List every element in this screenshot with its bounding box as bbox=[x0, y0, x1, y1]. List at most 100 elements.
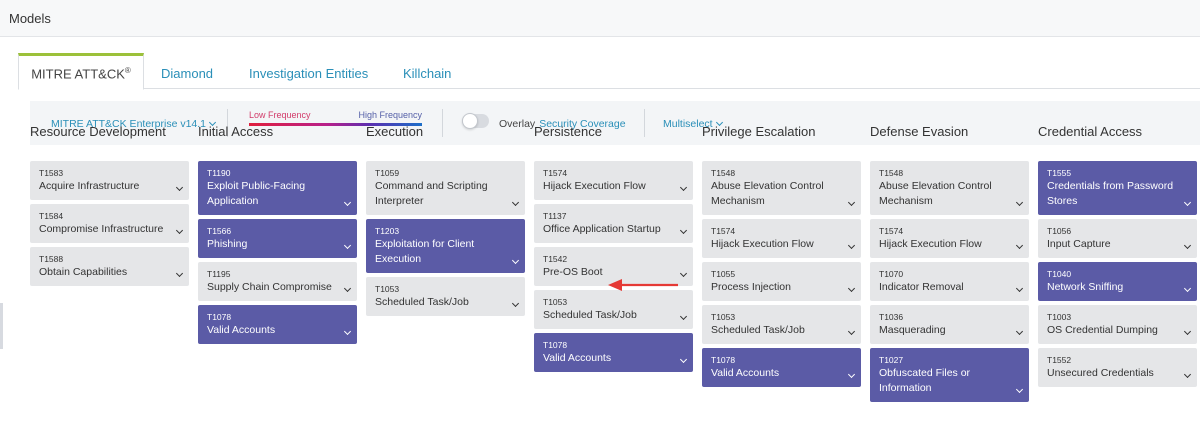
technique-card[interactable]: T1059 Command and Scripting Interpreter bbox=[366, 161, 525, 215]
technique-id: T1003 bbox=[1047, 312, 1072, 322]
technique-name: Phishing bbox=[207, 238, 248, 250]
technique-card[interactable]: T1574 Hijack Execution Flow bbox=[702, 219, 861, 258]
technique-name: Scheduled Task/Job bbox=[375, 296, 469, 308]
technique-id: T1078 bbox=[543, 340, 568, 350]
tab-killchain[interactable]: Killchain bbox=[403, 53, 451, 90]
technique-card[interactable]: T1053 Scheduled Task/Job bbox=[534, 290, 693, 329]
technique-card[interactable]: T1552 Unsecured Credentials bbox=[1038, 348, 1197, 387]
technique-id: T1053 bbox=[375, 284, 400, 294]
technique-id: T1588 bbox=[39, 254, 64, 264]
technique-card[interactable]: T1548 Abuse Elevation Control Mechanism bbox=[702, 161, 861, 215]
technique-id: T1574 bbox=[879, 226, 904, 236]
technique-id: T1055 bbox=[711, 269, 736, 279]
technique-name: Abuse Elevation Control Mechanism bbox=[711, 180, 824, 207]
tactic-column: Initial Access T1190 Exploit Public-Facing… bbox=[198, 124, 357, 344]
technique-card[interactable]: T1078 Valid Accounts bbox=[198, 305, 357, 344]
tactic-column: Privilege Escalation T1548 Abuse Elevation… bbox=[702, 124, 861, 387]
technique-card[interactable]: T1203 Exploitation for Client Execution bbox=[366, 219, 525, 273]
technique-name: Credentials from Password Stores bbox=[1047, 180, 1174, 207]
technique-name: Hijack Execution Flow bbox=[879, 238, 982, 250]
technique-name: Exploitation for Client Execution bbox=[375, 238, 475, 265]
technique-name: Valid Accounts bbox=[207, 324, 276, 336]
technique-name: Office Application Startup bbox=[543, 223, 661, 235]
technique-id: T1056 bbox=[1047, 226, 1072, 236]
tactic-title: Privilege Escalation bbox=[702, 124, 816, 139]
technique-name: Process Injection bbox=[711, 281, 791, 293]
technique-id: T1555 bbox=[1047, 168, 1072, 178]
technique-card[interactable]: T1078 Valid Accounts bbox=[534, 333, 693, 372]
technique-id: T1040 bbox=[1047, 269, 1072, 279]
technique-id: T1059 bbox=[375, 168, 400, 178]
technique-card[interactable]: T1056 Input Capture bbox=[1038, 219, 1197, 258]
tab-mitre-attack[interactable]: MITRE ATT&CK® bbox=[18, 53, 144, 90]
technique-name: Hijack Execution Flow bbox=[543, 180, 646, 192]
technique-id: T1583 bbox=[39, 168, 64, 178]
technique-name: Masquerading bbox=[879, 324, 946, 336]
technique-card[interactable]: T1555 Credentials from Password Stores bbox=[1038, 161, 1197, 215]
technique-name: Unsecured Credentials bbox=[1047, 367, 1154, 379]
technique-card[interactable]: T1588 Obtain Capabilities bbox=[30, 247, 189, 286]
tactic-title: Defense Evasion bbox=[870, 124, 969, 139]
registered-mark: ® bbox=[124, 66, 131, 75]
technique-id: T1574 bbox=[711, 226, 736, 236]
technique-id: T1203 bbox=[375, 226, 400, 236]
top-bar: Models bbox=[0, 0, 1200, 37]
model-tabs: MITRE ATT&CK® Diamond Investigation Enti… bbox=[18, 53, 1200, 90]
technique-name: OS Credential Dumping bbox=[1047, 324, 1158, 336]
low-frequency-label: Low Frequency bbox=[249, 110, 311, 120]
tactic-column: Resource Development T1583 Acquire Infrast… bbox=[30, 124, 189, 286]
technique-id: T1027 bbox=[879, 355, 904, 365]
tactic-title: Persistence bbox=[534, 124, 602, 139]
tactic-title: Resource Development bbox=[30, 124, 166, 139]
technique-card[interactable]: T1036 Masquerading bbox=[870, 305, 1029, 344]
technique-card[interactable]: T1040 Network Sniffing bbox=[1038, 262, 1197, 301]
technique-id: T1584 bbox=[39, 211, 64, 221]
technique-card[interactable]: T1195 Supply Chain Compromise bbox=[198, 262, 357, 301]
tactic-column: Execution T1059 Command and Scripting Inte… bbox=[366, 124, 525, 316]
tactic-column: Defense Evasion T1548 Abuse Elevation Cont… bbox=[870, 124, 1029, 402]
technique-card[interactable]: T1574 Hijack Execution Flow bbox=[534, 161, 693, 200]
technique-id: T1195 bbox=[207, 269, 231, 279]
technique-card[interactable]: T1027 Obfuscated Files or Information bbox=[870, 348, 1029, 402]
technique-card[interactable]: T1583 Acquire Infrastructure bbox=[30, 161, 189, 200]
technique-id: T1053 bbox=[711, 312, 736, 322]
technique-card[interactable]: T1584 Compromise Infrastructure bbox=[30, 204, 189, 243]
technique-id: T1552 bbox=[1047, 355, 1072, 365]
tactic-column: Credential Access T1555 Credentials from P… bbox=[1038, 124, 1197, 387]
technique-card[interactable]: T1190 Exploit Public-Facing Application bbox=[198, 161, 357, 215]
technique-card[interactable]: T1053 Scheduled Task/Job bbox=[702, 305, 861, 344]
technique-card[interactable]: T1566 Phishing bbox=[198, 219, 357, 258]
tab-investigation-entities[interactable]: Investigation Entities bbox=[249, 53, 368, 90]
technique-id: T1566 bbox=[207, 226, 232, 236]
technique-id: T1078 bbox=[207, 312, 232, 322]
technique-card[interactable]: T1574 Hijack Execution Flow bbox=[870, 219, 1029, 258]
tactic-title: Initial Access bbox=[198, 124, 274, 139]
technique-card[interactable]: T1137 Office Application Startup bbox=[534, 204, 693, 243]
technique-name: Valid Accounts bbox=[543, 352, 612, 364]
technique-id: T1542 bbox=[543, 254, 568, 264]
technique-id: T1548 bbox=[879, 168, 904, 178]
technique-name: Scheduled Task/Job bbox=[543, 309, 637, 321]
tactic-title: Execution bbox=[366, 124, 424, 139]
technique-name: Scheduled Task/Job bbox=[711, 324, 805, 336]
technique-card[interactable]: T1003 OS Credential Dumping bbox=[1038, 305, 1197, 344]
technique-name: Indicator Removal bbox=[879, 281, 964, 293]
technique-name: Input Capture bbox=[1047, 238, 1111, 250]
technique-name: Supply Chain Compromise bbox=[207, 281, 332, 293]
red-arrow-annotation bbox=[608, 279, 678, 291]
technique-card[interactable]: T1070 Indicator Removal bbox=[870, 262, 1029, 301]
technique-name: Compromise Infrastructure bbox=[39, 223, 164, 235]
tab-diamond[interactable]: Diamond bbox=[161, 53, 213, 90]
technique-card[interactable]: T1053 Scheduled Task/Job bbox=[366, 277, 525, 316]
technique-name: Exploit Public-Facing Application bbox=[207, 180, 306, 207]
tab-label: MITRE ATT&CK bbox=[31, 66, 125, 82]
technique-id: T1078 bbox=[711, 355, 736, 365]
technique-name: Obfuscated Files or Information bbox=[879, 367, 971, 394]
technique-name: Network Sniffing bbox=[1047, 281, 1124, 293]
technique-name: Acquire Infrastructure bbox=[39, 180, 140, 192]
technique-id: T1574 bbox=[543, 168, 568, 178]
technique-card[interactable]: T1078 Valid Accounts bbox=[702, 348, 861, 387]
technique-card[interactable]: T1548 Abuse Elevation Control Mechanism bbox=[870, 161, 1029, 215]
technique-id: T1190 bbox=[207, 168, 231, 178]
technique-card[interactable]: T1055 Process Injection bbox=[702, 262, 861, 301]
